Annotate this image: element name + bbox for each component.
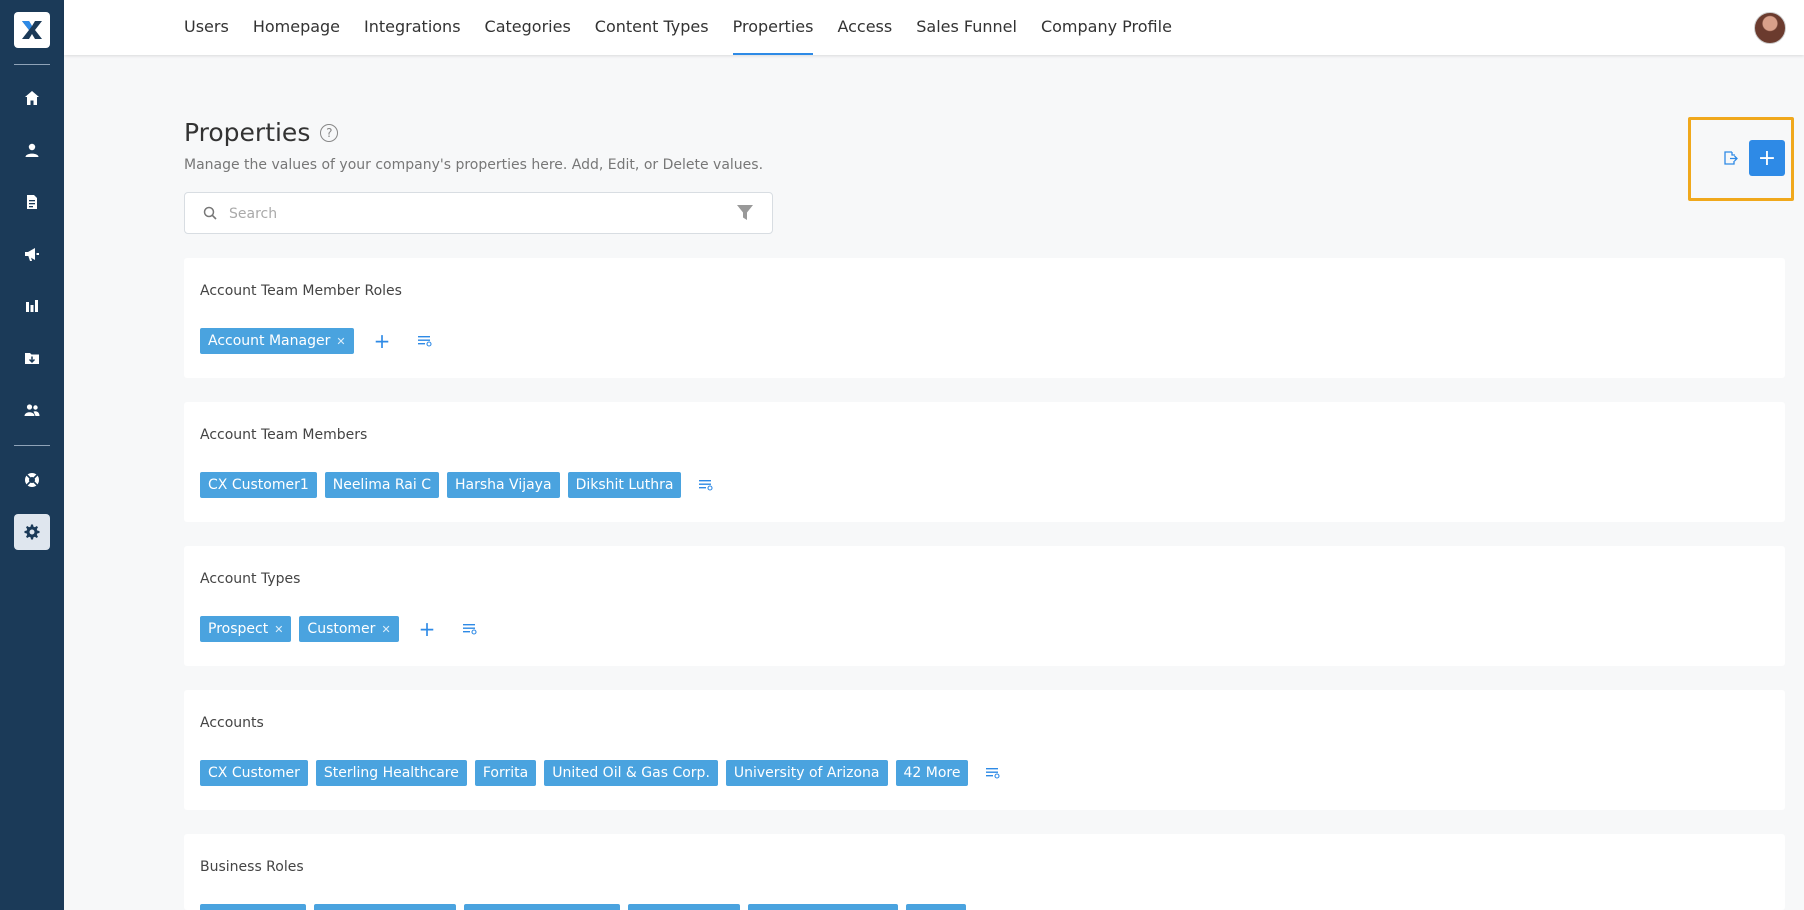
tab-homepage[interactable]: Homepage xyxy=(253,0,340,55)
gear-icon xyxy=(24,524,40,540)
user-icon xyxy=(25,143,39,157)
property-card: Account Team Members CX Customer1 Neelim… xyxy=(184,402,1785,522)
value-chip[interactable]: Sterling Healthcare xyxy=(315,760,467,786)
help-icon[interactable]: ? xyxy=(320,123,339,142)
tab-content-types[interactable]: Content Types xyxy=(595,0,709,55)
value-chip[interactable]: Neelima Rai C xyxy=(324,472,439,498)
property-title: Business Roles xyxy=(200,859,304,875)
property-values: CX Customer1 Neelima Rai C Harsha Vijaya… xyxy=(200,472,714,498)
brand-logo[interactable] xyxy=(14,12,50,48)
value-chip[interactable]: Harsha Vijaya xyxy=(447,472,560,498)
page-title: Properties ? xyxy=(184,118,339,147)
manage-list-icon[interactable] xyxy=(463,623,477,635)
sidebar-item-campaigns[interactable] xyxy=(14,236,50,272)
value-chip[interactable]: United Oil & Gas Corp. xyxy=(544,760,718,786)
remove-icon[interactable]: ✕ xyxy=(274,623,283,636)
manage-list-icon[interactable] xyxy=(418,335,432,347)
value-chip[interactable]: Dikshit Luthra xyxy=(567,472,682,498)
property-title: Account Types xyxy=(200,571,301,587)
page-subtitle: Manage the values of your company's prop… xyxy=(184,157,764,173)
property-card: Accounts CX Customer Sterling Healthcare… xyxy=(184,690,1785,810)
tab-categories[interactable]: Categories xyxy=(485,0,571,55)
property-card: Account Team Member Roles Account Manage… xyxy=(184,258,1785,378)
remove-icon[interactable]: ✕ xyxy=(381,623,390,636)
value-chip[interactable] xyxy=(906,904,966,910)
property-card: Business Roles xyxy=(184,834,1785,910)
chip-label: Account Manager xyxy=(208,333,331,349)
value-chip[interactable] xyxy=(200,904,306,910)
property-title: Accounts xyxy=(200,715,264,731)
manage-list-icon[interactable] xyxy=(986,767,1001,779)
tab-properties[interactable]: Properties xyxy=(732,0,813,55)
chip-label: Prospect xyxy=(208,621,269,637)
more-values-chip[interactable]: 42 More xyxy=(895,760,969,786)
property-title: Account Team Member Roles xyxy=(200,283,402,299)
property-values xyxy=(200,904,974,910)
add-property-button[interactable]: + xyxy=(1749,140,1785,176)
top-navigation: Users Homepage Integrations Categories C… xyxy=(64,0,1804,55)
export-button[interactable] xyxy=(1712,140,1748,176)
value-chip[interactable]: Forrita xyxy=(474,760,537,786)
tab-users[interactable]: Users xyxy=(184,0,229,55)
sidebar-divider xyxy=(14,64,50,65)
bar-chart-icon xyxy=(26,300,38,312)
add-value-icon[interactable]: + xyxy=(419,619,436,639)
value-chip[interactable] xyxy=(748,904,898,910)
tab-integrations[interactable]: Integrations xyxy=(364,0,461,55)
value-chip[interactable]: Account Manager ✕ xyxy=(200,328,354,354)
tab-sales-funnel[interactable]: Sales Funnel xyxy=(916,0,1017,55)
value-chip[interactable]: Prospect ✕ xyxy=(200,616,292,642)
property-values: Account Manager ✕ + xyxy=(200,328,432,354)
value-chip[interactable] xyxy=(314,904,456,910)
search-input[interactable] xyxy=(229,203,709,225)
sidebar xyxy=(0,0,64,910)
sidebar-divider xyxy=(14,445,50,446)
filter-icon[interactable] xyxy=(736,204,754,222)
export-icon xyxy=(1724,151,1738,165)
sidebar-item-analytics[interactable] xyxy=(14,288,50,324)
sidebar-item-home[interactable] xyxy=(14,80,50,116)
property-values: Prospect ✕ Customer ✕ + xyxy=(200,616,477,642)
megaphone-icon xyxy=(25,248,39,261)
support-icon xyxy=(25,473,39,487)
home-icon xyxy=(25,91,39,105)
tab-access[interactable]: Access xyxy=(837,0,892,55)
page-title-text: Properties xyxy=(184,118,311,147)
value-chip[interactable] xyxy=(464,904,620,910)
sidebar-item-settings[interactable] xyxy=(14,514,50,550)
settings-tabs: Users Homepage Integrations Categories C… xyxy=(184,0,1196,55)
add-value-icon[interactable]: + xyxy=(374,331,391,351)
remove-icon[interactable]: ✕ xyxy=(336,335,345,348)
tab-company-profile[interactable]: Company Profile xyxy=(1041,0,1172,55)
chip-label: Customer xyxy=(307,621,376,637)
value-chip[interactable]: University of Arizona xyxy=(725,760,888,786)
folder-icon xyxy=(25,353,39,364)
user-avatar[interactable] xyxy=(1754,12,1786,44)
property-values: CX Customer Sterling Healthcare Forrita … xyxy=(200,760,1001,786)
value-chip[interactable] xyxy=(628,904,740,910)
logo-icon xyxy=(22,21,42,39)
manage-list-icon[interactable] xyxy=(699,479,714,491)
sidebar-item-support[interactable] xyxy=(14,462,50,498)
sidebar-item-files[interactable] xyxy=(14,340,50,376)
search-box xyxy=(184,192,773,234)
document-icon xyxy=(27,195,37,209)
property-card: Account Types Prospect ✕ Customer ✕ + xyxy=(184,546,1785,666)
value-chip[interactable]: CX Customer xyxy=(200,760,308,786)
value-chip[interactable]: Customer ✕ xyxy=(299,616,399,642)
sidebar-item-content[interactable] xyxy=(14,184,50,220)
search-icon xyxy=(203,206,217,220)
property-title: Account Team Members xyxy=(200,427,368,443)
team-icon xyxy=(24,404,40,416)
sidebar-item-users[interactable] xyxy=(14,132,50,168)
value-chip[interactable]: CX Customer1 xyxy=(200,472,317,498)
sidebar-item-teams[interactable] xyxy=(14,392,50,428)
